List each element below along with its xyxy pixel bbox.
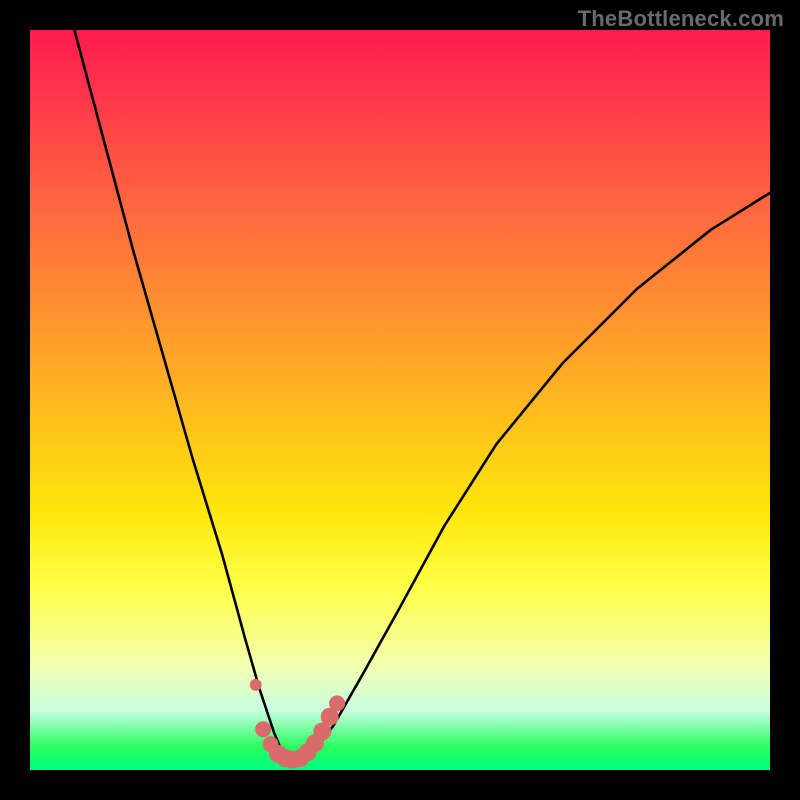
highlight-marker xyxy=(255,721,271,737)
highlight-marker xyxy=(250,679,262,691)
bottleneck-curve xyxy=(74,30,770,763)
bottleneck-plot xyxy=(30,30,770,770)
chart-area xyxy=(30,30,770,770)
watermark-text: TheBottleneck.com xyxy=(578,6,784,32)
highlight-band xyxy=(250,679,345,769)
highlight-marker xyxy=(329,695,345,711)
